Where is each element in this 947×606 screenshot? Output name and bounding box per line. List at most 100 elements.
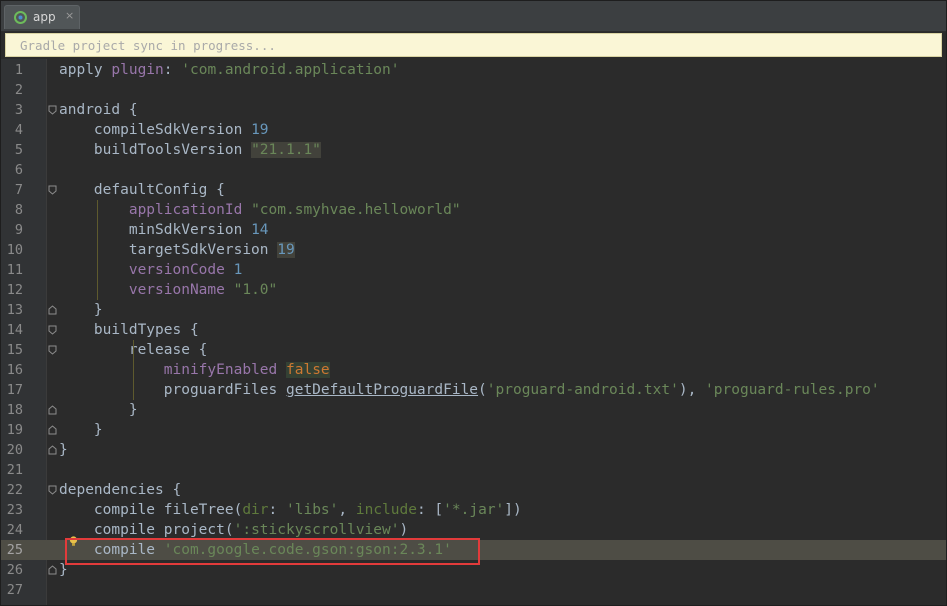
code-token: ) <box>399 522 409 538</box>
code-line[interactable]: 13 } <box>1 300 946 320</box>
code-line[interactable]: 14 buildTypes { <box>1 320 946 340</box>
code-text: versionName "1.0" <box>59 280 277 300</box>
code-token: 19 <box>251 122 269 138</box>
line-number: 12 <box>6 282 23 298</box>
code-text: targetSdkVersion 19 <box>59 240 295 260</box>
notification-text: Gradle project sync in progress... <box>20 38 276 53</box>
code-token: } <box>59 422 103 438</box>
code-line[interactable]: 10 targetSdkVersion 19 <box>1 240 946 260</box>
fold-marker-icon[interactable] <box>48 305 57 315</box>
fold-marker-icon[interactable] <box>48 105 57 115</box>
code-line[interactable]: 16 minifyEnabled false <box>1 360 946 380</box>
code-token: , <box>338 502 356 518</box>
code-token: buildTypes { <box>59 322 199 338</box>
code-token: minSdkVersion <box>59 222 252 238</box>
code-line[interactable]: 11 versionCode 1 <box>1 260 946 280</box>
code-line[interactable]: 15 release { <box>1 340 946 360</box>
close-icon[interactable]: × <box>65 9 74 22</box>
line-number: 1 <box>14 62 23 78</box>
code-token: ( <box>478 382 487 398</box>
code-token: '*.jar' <box>443 502 505 518</box>
fold-marker-icon[interactable] <box>48 485 57 495</box>
code-token: minifyEnabled <box>163 362 278 378</box>
indent-guide <box>97 200 98 300</box>
code-token: } <box>59 402 138 418</box>
code-token: 'com.android.application' <box>181 62 400 78</box>
code-line[interactable]: 24 compile project(':stickyscrollview') <box>1 520 946 540</box>
fold-marker-icon[interactable] <box>48 345 57 355</box>
code-line[interactable]: 7 defaultConfig { <box>1 180 946 200</box>
line-number: 2 <box>14 82 23 98</box>
code-line[interactable]: 5 buildToolsVersion "21.1.1" <box>1 140 946 160</box>
code-token: false <box>286 362 330 378</box>
line-number: 15 <box>6 342 23 358</box>
code-text: compileSdkVersion 19 <box>59 120 269 140</box>
fold-marker-icon[interactable] <box>48 185 57 195</box>
code-token: "1.0" <box>233 282 278 298</box>
code-token: 'proguard-android.txt' <box>486 382 679 398</box>
code-line[interactable]: 22 dependencies { <box>1 480 946 500</box>
code-editor[interactable]: 1 apply plugin: 'com.android.application'… <box>1 59 946 605</box>
line-number: 3 <box>14 102 23 118</box>
code-text: buildToolsVersion "21.1.1" <box>59 140 321 160</box>
code-line[interactable]: 4 compileSdkVersion 19 <box>1 120 946 140</box>
code-line[interactable]: 1 apply plugin: 'com.android.application' <box>1 60 946 80</box>
code-line[interactable]: 12 versionName "1.0" <box>1 280 946 300</box>
fold-marker-icon[interactable] <box>48 445 57 455</box>
line-number: 8 <box>14 202 23 218</box>
code-token: ':stickyscrollview' <box>233 522 400 538</box>
code-token: 14 <box>251 222 269 238</box>
code-line[interactable]: 21 <box>1 460 946 480</box>
line-number: 14 <box>6 322 23 338</box>
code-token: ), <box>678 382 706 398</box>
code-text: apply plugin: 'com.android.application' <box>59 60 400 80</box>
code-token: versionName <box>128 282 225 298</box>
code-text: android { <box>59 100 138 120</box>
code-line[interactable]: 8 applicationId "com.smyhvae.helloworld" <box>1 200 946 220</box>
code-token: "com.smyhvae.helloworld" <box>251 202 461 218</box>
code-text: minifyEnabled false <box>59 360 330 380</box>
code-line[interactable]: 17 proguardFiles getDefaultProguardFile(… <box>1 380 946 400</box>
code-token: "21.1.1" <box>251 142 321 158</box>
code-token: apply <box>59 62 112 78</box>
code-token: 19 <box>277 242 295 258</box>
code-line[interactable]: 3 android { <box>1 100 946 120</box>
code-text: compile fileTree(dir: 'libs', include: [… <box>59 500 522 520</box>
code-line[interactable]: 9 minSdkVersion 14 <box>1 220 946 240</box>
code-token: 'libs' <box>286 502 339 518</box>
code-token: 'proguard-rules.pro' <box>705 382 880 398</box>
code-line[interactable]: 27 <box>1 580 946 600</box>
code-token: plugin <box>111 62 164 78</box>
fold-marker-icon[interactable] <box>48 425 57 435</box>
code-text: dependencies { <box>59 480 181 500</box>
code-text: proguardFiles getDefaultProguardFile('pr… <box>59 380 880 400</box>
code-token: 1 <box>233 262 243 278</box>
code-token: include <box>355 502 417 518</box>
code-token: } <box>59 442 68 458</box>
code-token: dependencies { <box>59 482 182 498</box>
fold-marker-icon[interactable] <box>48 325 57 335</box>
line-number: 9 <box>14 222 23 238</box>
code-line[interactable]: 2 <box>1 80 946 100</box>
fold-marker-icon[interactable] <box>48 565 57 575</box>
code-line[interactable]: 19 } <box>1 420 946 440</box>
fold-marker-icon[interactable] <box>48 405 57 415</box>
code-text: compile project(':stickyscrollview') <box>59 520 408 540</box>
code-token: compile project( <box>59 522 234 538</box>
code-token: proguardFiles <box>59 382 286 398</box>
code-token: getDefaultProguardFile <box>285 382 479 398</box>
code-token: compile fileTree( <box>59 502 243 518</box>
code-line[interactable]: 20} <box>1 440 946 460</box>
line-number: 27 <box>6 582 23 598</box>
code-line[interactable]: 18 } <box>1 400 946 420</box>
code-line[interactable]: 23 compile fileTree(dir: 'libs', include… <box>1 500 946 520</box>
line-number: 13 <box>6 302 23 318</box>
tab-app[interactable]: app × <box>4 5 80 29</box>
code-token: } <box>59 302 103 318</box>
code-text: minSdkVersion 14 <box>59 220 269 240</box>
code-line[interactable]: 6 <box>1 160 946 180</box>
code-token: versionCode <box>128 262 225 278</box>
